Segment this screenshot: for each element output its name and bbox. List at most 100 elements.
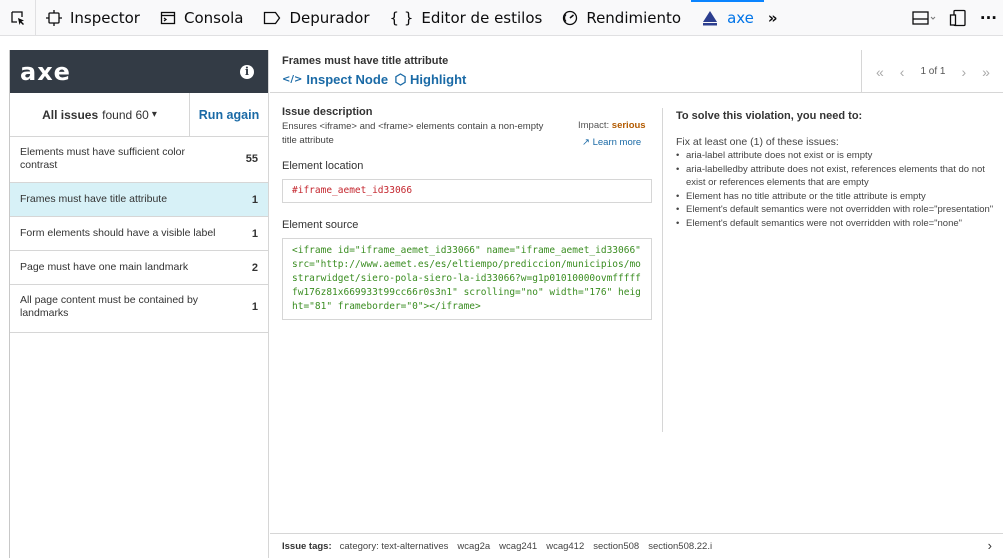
solve-heading: To solve this violation, you need to: xyxy=(676,110,863,122)
responsive-design-icon xyxy=(949,9,966,27)
tab-style-editor-label: Editor de estilos xyxy=(421,8,543,27)
fix-column: To solve this violation, you need to: Fi… xyxy=(676,110,996,230)
column-divider xyxy=(662,108,663,432)
issue-item-title: Page must have one main landmark xyxy=(20,261,189,273)
issue-description-heading: Issue description xyxy=(282,106,373,118)
learn-more-link[interactable]: ↗ Learn more xyxy=(582,137,641,148)
fix-intro: Fix at least one (1) of these issues: xyxy=(676,136,839,148)
issue-tag: wcag241 xyxy=(499,540,538,552)
impact-label: Impact: xyxy=(578,120,610,131)
external-link-icon: ↗ xyxy=(582,137,590,148)
axe-panel: axe i All issues found 60 ▾ Run again El… xyxy=(9,50,1003,558)
filter-count: found 60 xyxy=(102,107,149,122)
tab-performance-label: Rendimiento xyxy=(586,8,682,27)
tab-performance[interactable]: Rendimiento xyxy=(552,0,691,36)
issue-tag: section508.22.i xyxy=(648,540,713,552)
issue-detail: Frames must have title attribute </> Ins… xyxy=(270,50,1003,558)
issue-item-selected[interactable]: Frames must have title attribute 1 xyxy=(10,183,268,217)
issue-item[interactable]: All page content must be contained by la… xyxy=(10,285,268,333)
tab-debugger-label: Depurador xyxy=(289,8,370,27)
highlight-label: Highlight xyxy=(410,72,467,87)
tab-axe[interactable]: axe xyxy=(691,0,764,36)
issues-sidebar: axe i All issues found 60 ▾ Run again El… xyxy=(10,50,269,558)
chevron-right-icon[interactable]: › xyxy=(988,538,992,553)
element-location: #iframe_aemet_id33066 xyxy=(282,179,652,203)
highlight-button[interactable]: Highlight xyxy=(394,72,466,87)
responsive-design-button[interactable] xyxy=(942,0,973,36)
inspect-node-button[interactable]: </> Inspect Node xyxy=(282,72,388,87)
element-source: <iframe id="iframe_aemet_id33066" name="… xyxy=(282,238,652,320)
issue-item-count: 1 xyxy=(251,301,258,313)
impact-value: serious xyxy=(611,120,646,131)
caret-down-icon: ▾ xyxy=(151,109,157,120)
pager: « ‹ 1 of 1 › » xyxy=(861,50,1003,93)
code-icon: </> xyxy=(282,74,303,85)
issue-item-count: 2 xyxy=(251,261,258,274)
inspector-icon xyxy=(46,9,62,26)
console-icon xyxy=(160,10,176,26)
debugger-icon xyxy=(263,11,281,25)
issue-tag: category: text-alternatives xyxy=(339,540,449,552)
fix-item: aria-labelledby attribute does not exist… xyxy=(676,163,996,190)
impact: Impact: serious xyxy=(578,120,646,131)
learn-more-label: Learn more xyxy=(592,137,642,148)
issues-bar: All issues found 60 ▾ Run again xyxy=(10,93,268,137)
last-page-icon[interactable]: » xyxy=(982,64,990,80)
tab-console[interactable]: Consola xyxy=(150,0,254,36)
tab-style-editor[interactable]: { } Editor de estilos xyxy=(380,0,553,36)
issue-tags-label: Issue tags: xyxy=(282,540,332,552)
issue-item-title: Frames must have title attribute xyxy=(20,193,168,205)
next-page-icon[interactable]: › xyxy=(962,64,967,80)
chevron-double-right-icon: » xyxy=(767,8,778,27)
element-location-heading: Element location xyxy=(282,160,364,172)
axe-icon xyxy=(701,10,719,26)
dock-button[interactable] xyxy=(905,0,942,36)
issue-title: Frames must have title attribute xyxy=(282,55,449,67)
more-menu-icon: ··· xyxy=(979,9,997,27)
devtools-toolbar: Inspector Consola Depurador { } Editor d… xyxy=(0,0,1003,36)
fix-item: Element has no title attribute or the ti… xyxy=(676,190,996,204)
issue-tag: wcag412 xyxy=(546,540,585,552)
issue-item-title: Form elements should have a visible labe… xyxy=(20,227,216,239)
first-page-icon[interactable]: « xyxy=(876,64,884,80)
issue-tags: Issue tags: category: text-alternatives … xyxy=(270,533,1003,558)
issue-info-column: Issue description Ensures <iframe> and <… xyxy=(282,106,652,320)
element-picker-button[interactable] xyxy=(0,0,36,36)
tab-inspector[interactable]: Inspector xyxy=(36,0,150,36)
issue-item[interactable]: Form elements should have a visible labe… xyxy=(10,217,268,251)
style-editor-icon: { } xyxy=(389,8,414,27)
run-again-button[interactable]: Run again xyxy=(190,93,268,136)
issue-item[interactable]: Page must have one main landmark 2 xyxy=(10,251,268,285)
pager-text: 1 of 1 xyxy=(920,66,946,77)
fix-item: aria-label attribute does not exist or i… xyxy=(676,149,996,163)
tab-axe-label: axe xyxy=(727,8,754,27)
issue-tag: section508 xyxy=(593,540,640,552)
inspect-node-label: Inspect Node xyxy=(306,72,389,87)
axe-logo: axe xyxy=(20,57,71,86)
fix-item: Element's default semantics were not ove… xyxy=(676,217,996,231)
fix-item: Element's default semantics were not ove… xyxy=(676,203,996,217)
more-tabs-button[interactable]: » xyxy=(764,0,782,36)
element-source-heading: Element source xyxy=(282,219,359,231)
issue-detail-header: Frames must have title attribute </> Ins… xyxy=(270,50,1003,93)
filter-label: All issues xyxy=(42,107,99,122)
issue-item-title: All page content must be contained by la… xyxy=(20,294,199,319)
performance-icon xyxy=(562,10,578,26)
issue-item-count: 55 xyxy=(245,153,258,165)
issue-item[interactable]: Elements must have sufficient color cont… xyxy=(10,137,268,183)
info-icon[interactable]: i xyxy=(240,64,254,79)
issue-description: Ensures <iframe> and <frame> elements co… xyxy=(282,121,544,146)
issue-item-count: 1 xyxy=(251,227,258,240)
issue-item-count: 1 xyxy=(251,193,258,206)
issue-item-title: Elements must have sufficient color cont… xyxy=(20,146,185,171)
tab-debugger[interactable]: Depurador xyxy=(253,0,379,36)
issues-filter-dropdown[interactable]: All issues found 60 ▾ xyxy=(10,93,190,136)
highlight-icon xyxy=(394,73,407,86)
fix-list: aria-label attribute does not exist or i… xyxy=(676,149,996,230)
issue-tag: wcag2a xyxy=(457,540,491,552)
tab-console-label: Consola xyxy=(183,8,244,27)
tab-inspector-label: Inspector xyxy=(70,8,140,27)
toolbox-menu-button[interactable]: ··· xyxy=(973,0,1003,36)
axe-header: axe i xyxy=(10,50,268,93)
prev-page-icon[interactable]: ‹ xyxy=(900,64,905,80)
